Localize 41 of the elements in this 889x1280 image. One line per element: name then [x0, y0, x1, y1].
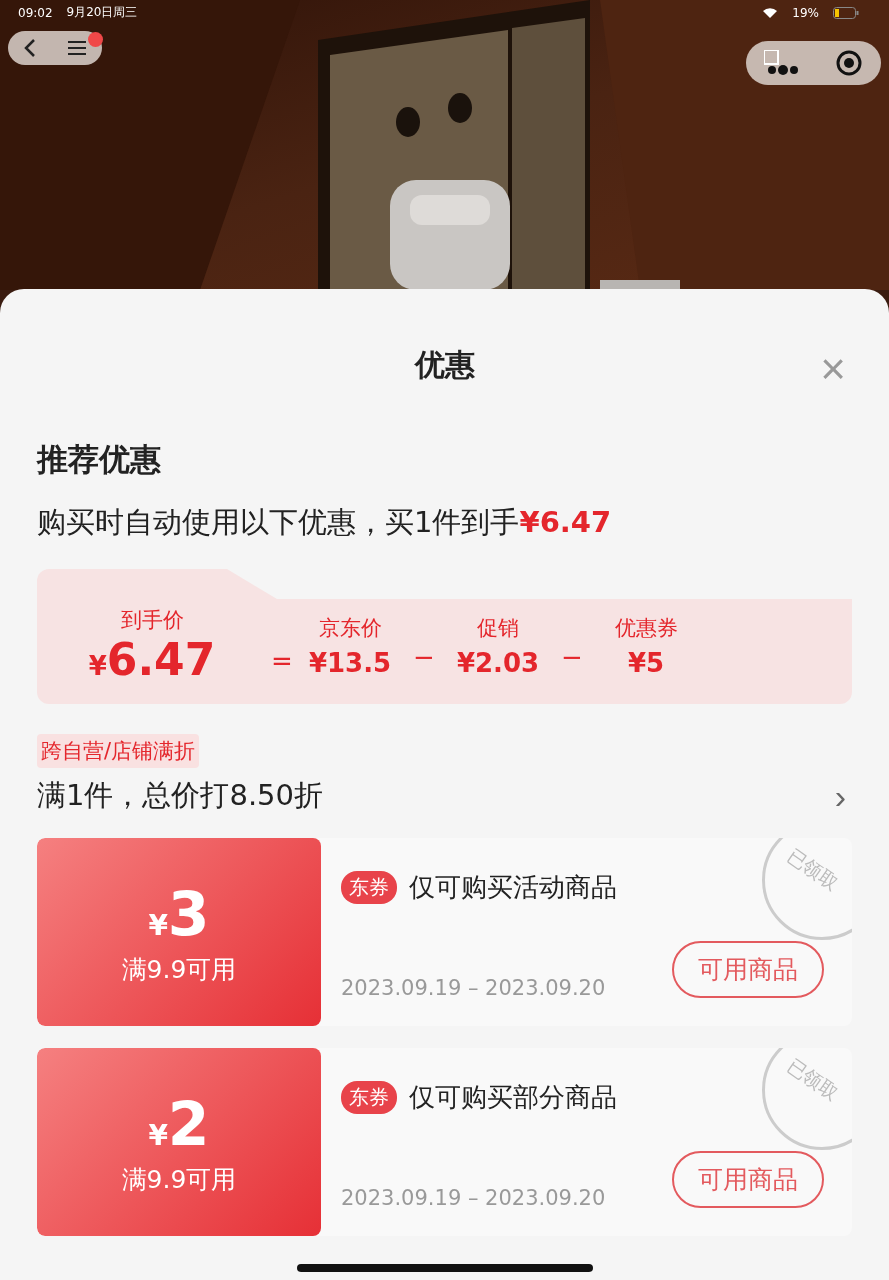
status-date: 9月20日周三 — [66, 4, 138, 21]
coupon-title: 仅可购买部分商品 — [409, 1081, 617, 1114]
claimed-stamp: 已领取 — [762, 1048, 852, 1150]
price-label: 京东价 — [318, 614, 382, 642]
coupon-dates: 2023.09.19 – 2023.09.20 — [341, 1186, 606, 1210]
price-label: 优惠券 — [614, 614, 678, 642]
minus-sign: − — [412, 641, 436, 672]
chevron-button[interactable]: › — [828, 776, 852, 816]
wifi-icon — [762, 6, 779, 19]
discount-rule: 满1件，总价打8.50折 — [37, 777, 324, 814]
promo-tag: 跨自营/店铺满折 — [37, 734, 200, 768]
equals-sign: = — [270, 645, 294, 676]
price-label: 到手价 — [120, 607, 184, 634]
price-label: 促销 — [477, 614, 519, 642]
coupon-badge: 东券 — [341, 1081, 397, 1114]
menu-button[interactable] — [65, 39, 88, 57]
coupon-dates: 2023.09.19 – 2023.09.20 — [341, 976, 606, 1000]
final-price: ¥6.47 — [88, 634, 216, 685]
price-value: ¥13.5 — [308, 647, 392, 678]
coupon-title: 仅可购买活动商品 — [409, 871, 617, 904]
price-value: ¥2.03 — [456, 647, 540, 678]
close-button[interactable]: × — [820, 347, 846, 391]
battery-percent: 19% — [792, 5, 819, 20]
coupon-amount: ¥2 — [148, 1088, 210, 1159]
price-value: ¥5 — [627, 647, 665, 678]
battery-icon — [833, 6, 859, 19]
minus-sign: − — [560, 641, 584, 672]
coupon-badge: 东券 — [341, 871, 397, 904]
sheet-title: 优惠 — [414, 345, 475, 384]
coupon-condition: 满9.9可用 — [121, 1163, 237, 1196]
eligible-items-button[interactable]: 可用商品 — [672, 941, 824, 998]
back-button[interactable] — [22, 38, 37, 58]
summary-text: 购买时自动使用以下优惠，买1件到手¥6.47 — [37, 504, 613, 541]
section-heading: 推荐优惠 — [37, 440, 162, 479]
coupon-condition: 满9.9可用 — [121, 953, 237, 986]
eligible-items-button[interactable]: 可用商品 — [672, 1151, 824, 1208]
status-time: 09:02 — [18, 5, 53, 20]
more-button[interactable] — [764, 50, 799, 76]
coupon-amount: ¥3 — [148, 878, 210, 949]
claimed-stamp: 已领取 — [762, 838, 852, 940]
close-target-button[interactable] — [834, 49, 863, 77]
